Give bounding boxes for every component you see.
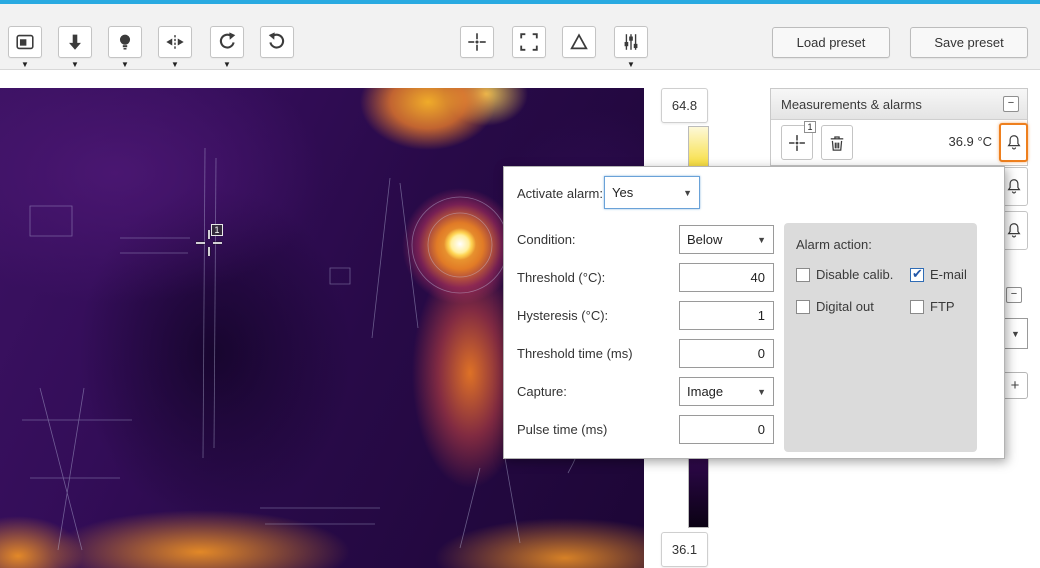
bell-icon [1006,223,1021,238]
load-preset-button[interactable]: Load preset [772,27,890,58]
lamp-caret: ▼ [121,60,129,69]
lamp-icon [119,34,131,50]
toolbar: ▼ ▼ ▼ ▼ ▼ ▼ Load preset Save preset [0,4,1040,70]
spot-meter-button[interactable] [460,26,494,58]
measurements-panel-header: Measurements & alarms − [771,89,1027,120]
area-select-button[interactable] [512,26,546,58]
spot-number-badge: 1 [804,121,816,133]
capture-select[interactable]: Image ▼ [679,377,774,406]
condition-select[interactable]: Below ▼ [679,225,774,254]
alarm-action-title: Alarm action: [796,237,872,252]
panel-collapse-button[interactable]: − [1003,96,1019,112]
rotate-ccw-button[interactable] [210,26,244,58]
hysteresis-label: Hysteresis (°C): [517,308,609,323]
spot-1-button[interactable]: 1 [781,121,816,160]
rotate-cw-icon [268,32,285,49]
bell-icon [1006,179,1021,194]
bell-icon [1006,135,1021,150]
alarm-bell-button-1[interactable] [999,123,1028,162]
section-collapse-button[interactable]: − [1006,287,1022,303]
levels-caret: ▼ [627,60,635,69]
save-preset-button[interactable]: Save preset [910,27,1028,58]
levels-icon [624,34,638,50]
capture-label: Capture: [517,384,567,399]
measurements-panel: Measurements & alarms − 1 36.9 °C [770,88,1028,166]
scale-min-label: 36.1 [661,532,708,567]
display-mode-button[interactable] [8,26,42,58]
pan-down-caret: ▼ [71,60,79,69]
disable-calib-checkbox[interactable]: Disable calib. [796,267,893,282]
threshold-time-label: Threshold time (ms) [517,346,633,361]
checkbox-label: E-mail [930,267,967,282]
flip-horizontal-caret: ▼ [171,60,179,69]
digital-out-checkbox[interactable]: Digital out [796,299,874,314]
display-mode-icon [16,34,34,50]
delta-icon [570,33,588,50]
add-measurement-button[interactable]: + [1002,372,1028,399]
alarm-action-box: Alarm action: Disable calib. E-mail Digi… [784,223,977,452]
checkbox-label: Disable calib. [816,267,894,282]
measurement-row: 1 36.9 °C [771,120,1027,165]
delete-measurement-button[interactable] [821,125,853,160]
rotate-cw-button[interactable] [260,26,294,58]
rotate-ccw-icon [219,32,236,49]
pan-down-button[interactable] [58,26,92,58]
checkbox-label: Digital out [816,299,874,314]
display-mode-caret: ▼ [21,60,29,69]
spot-meter-icon [789,134,805,151]
pulse-time-label: Pulse time (ms) [517,422,608,437]
lamp-button[interactable] [108,26,142,58]
checkbox-box [796,267,810,282]
checkbox-box [910,266,924,282]
marker-number-badge: 1 [211,224,223,236]
threshold-label: Threshold (°C): [517,270,606,285]
activate-alarm-select[interactable]: Yes ▼ [604,176,700,209]
trash-icon [830,135,844,151]
flip-horizontal-icon [166,35,184,49]
panel-title: Measurements & alarms [781,96,922,112]
temperature-readout: 36.9 °C [948,134,992,149]
activate-alarm-value: Yes [612,185,634,200]
hysteresis-input[interactable] [679,301,774,330]
condition-value: Below [687,232,723,247]
checkbox-box [796,299,810,314]
spot-marker-1[interactable]: 1 [194,224,224,258]
chevron-down-icon: ▼ [683,187,692,198]
checkbox-label: FTP [930,299,955,314]
capture-value: Image [687,384,724,399]
pulse-time-input[interactable] [679,415,774,444]
spot-meter-icon [468,33,486,51]
ftp-checkbox[interactable]: FTP [910,299,955,314]
threshold-time-input[interactable] [679,339,774,368]
area-select-icon [520,33,538,51]
pan-down-icon [69,34,81,50]
condition-label: Condition: [517,232,576,247]
flip-horizontal-button[interactable] [158,26,192,58]
activate-alarm-label: Activate alarm: [517,186,603,201]
alarm-settings-dialog: Activate alarm: Yes ▼ Condition: Below ▼… [503,166,1005,459]
chevron-down-icon: ▼ [757,234,766,245]
email-checkbox[interactable]: E-mail [910,266,967,282]
partially-hidden-select[interactable]: ▼ [1003,318,1028,349]
chevron-down-icon: ▼ [757,386,766,397]
scale-max-label: 64.8 [661,88,708,123]
threshold-input[interactable] [679,263,774,292]
levels-button[interactable] [614,26,648,58]
rotate-ccw-caret: ▼ [223,60,231,69]
checkbox-box [910,299,924,314]
chevron-down-icon: ▼ [1011,328,1020,339]
delta-button[interactable] [562,26,596,58]
app-root: ▼ ▼ ▼ ▼ ▼ ▼ Load preset Save preset 1 64… [0,0,1040,568]
